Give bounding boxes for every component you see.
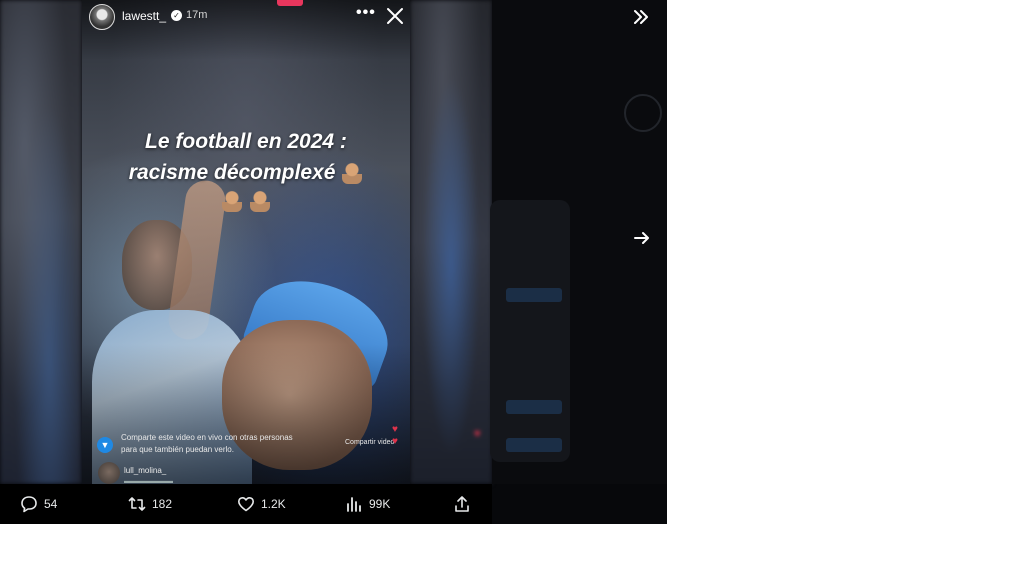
story-video[interactable]: Le football en 2024 : racisme décomplexé xyxy=(82,0,410,484)
dimmed-logo xyxy=(624,94,662,132)
person-emoji-icon xyxy=(342,162,363,185)
expand-button[interactable] xyxy=(630,6,652,28)
commenter-name: lull_molina_ xyxy=(124,466,167,475)
views-button[interactable]: 99K xyxy=(345,484,390,524)
video-bottom-shade xyxy=(82,344,410,484)
send-icon: ▼ xyxy=(97,437,113,453)
story-progress-indicator xyxy=(277,0,303,6)
bar-chart-icon xyxy=(347,497,361,512)
dimmed-button xyxy=(506,288,562,302)
arrow-right-icon xyxy=(634,232,649,244)
media-viewer: ♥ Le football en 2024 : racisme décomple… xyxy=(0,0,667,524)
reply-button[interactable]: 54 xyxy=(20,484,57,524)
like-button[interactable]: 1.2K xyxy=(237,484,286,524)
close-button[interactable] xyxy=(386,7,404,25)
verified-badge-icon: ✓ xyxy=(171,10,182,21)
like-count: 1.2K xyxy=(261,497,286,511)
video-caption: Le football en 2024 : racisme décomplexé xyxy=(82,126,410,188)
person-emoji-icon xyxy=(249,190,270,212)
post-time: 17m xyxy=(186,9,208,21)
share-prompt: Comparte este video en vivo con otras pe… xyxy=(121,432,331,456)
blurred-background-left xyxy=(0,0,82,484)
reply-icon xyxy=(21,496,37,513)
reply-count: 54 xyxy=(44,497,58,511)
caption-line-2: racisme décomplexé xyxy=(82,157,410,188)
emoji-row xyxy=(82,190,410,218)
view-count: 99K xyxy=(369,497,391,511)
more-options-button[interactable]: ••• xyxy=(356,4,376,22)
heart-icon xyxy=(238,497,254,512)
avatar[interactable] xyxy=(89,4,115,30)
hearts-animation: ♥ ♥ xyxy=(392,424,398,447)
dimmed-card xyxy=(490,200,570,462)
dimmed-button xyxy=(506,438,562,452)
share-video-label: Compartir video xyxy=(345,439,395,446)
repost-icon xyxy=(128,497,146,511)
heart-icon: ♥ xyxy=(474,428,481,440)
double-chevron-right-icon xyxy=(634,10,648,24)
action-bar: 54 182 1.2K 99K xyxy=(0,484,492,524)
person-emoji-icon xyxy=(222,190,243,212)
share-icon xyxy=(455,496,469,512)
next-button[interactable] xyxy=(632,228,652,248)
caption-line-2-text: racisme décomplexé xyxy=(128,161,336,184)
dimmed-button xyxy=(506,400,562,414)
repost-button[interactable]: 182 xyxy=(128,484,172,524)
close-icon xyxy=(387,8,403,24)
repost-count: 182 xyxy=(152,497,173,511)
share-prompt-line-1: Comparte este video en vivo con otras pe… xyxy=(121,433,293,442)
share-prompt-line-2: para que también puedan verlo. xyxy=(121,445,234,454)
share-button[interactable] xyxy=(453,484,477,524)
caption-line-1: Le football en 2024 : xyxy=(145,130,347,153)
commenter-avatar xyxy=(98,462,120,484)
blurred-background-right: ♥ xyxy=(410,0,492,484)
username[interactable]: lawestt_ xyxy=(122,9,166,23)
